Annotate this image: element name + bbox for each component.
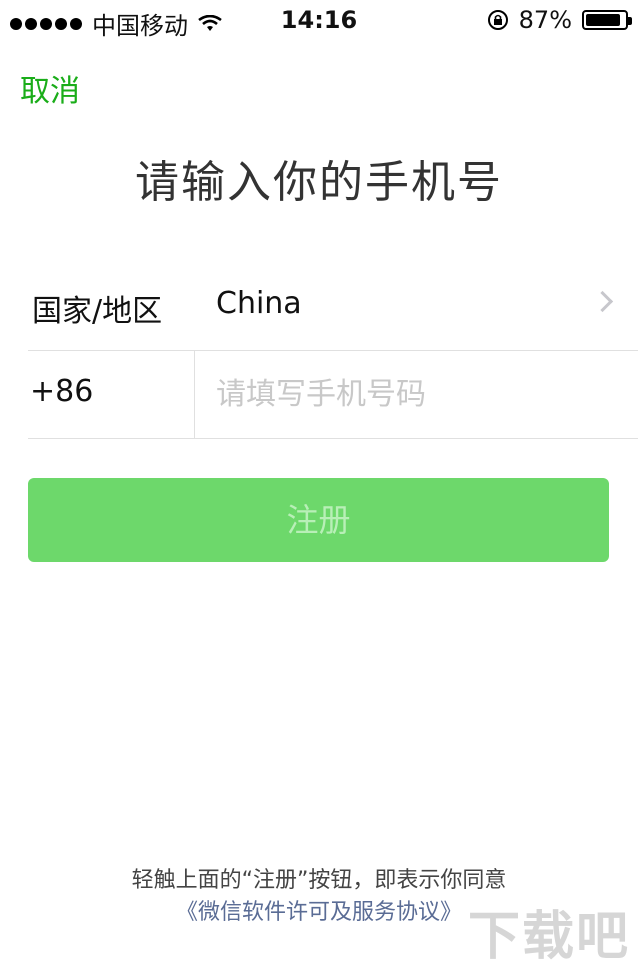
orientation-lock-icon [487,10,508,30]
phone-number-row: +86 [28,350,638,439]
field-divider [194,350,195,438]
phone-number-input[interactable] [216,366,616,422]
chevron-right-icon [591,290,614,313]
cancel-button[interactable]: 取消 [20,66,80,110]
country-code[interactable]: +86 [30,374,93,409]
watermark-logo: 下载吧 [467,907,630,967]
country-region-label: 国家/地区 [32,294,163,329]
battery-percent: 87% [518,6,572,34]
agreement-text: 轻触上面的“注册”按钮，即表示你同意 [131,868,507,893]
register-button[interactable]: 注册 [28,478,609,562]
country-value: China [216,286,302,321]
page-title: 请输入你的手机号 [135,157,503,208]
battery-icon [582,10,632,30]
status-right: 87% [487,6,632,34]
status-bar: 中国移动 14:16 87% [0,0,638,40]
country-region-row[interactable]: 国家/地区 China [28,264,638,351]
